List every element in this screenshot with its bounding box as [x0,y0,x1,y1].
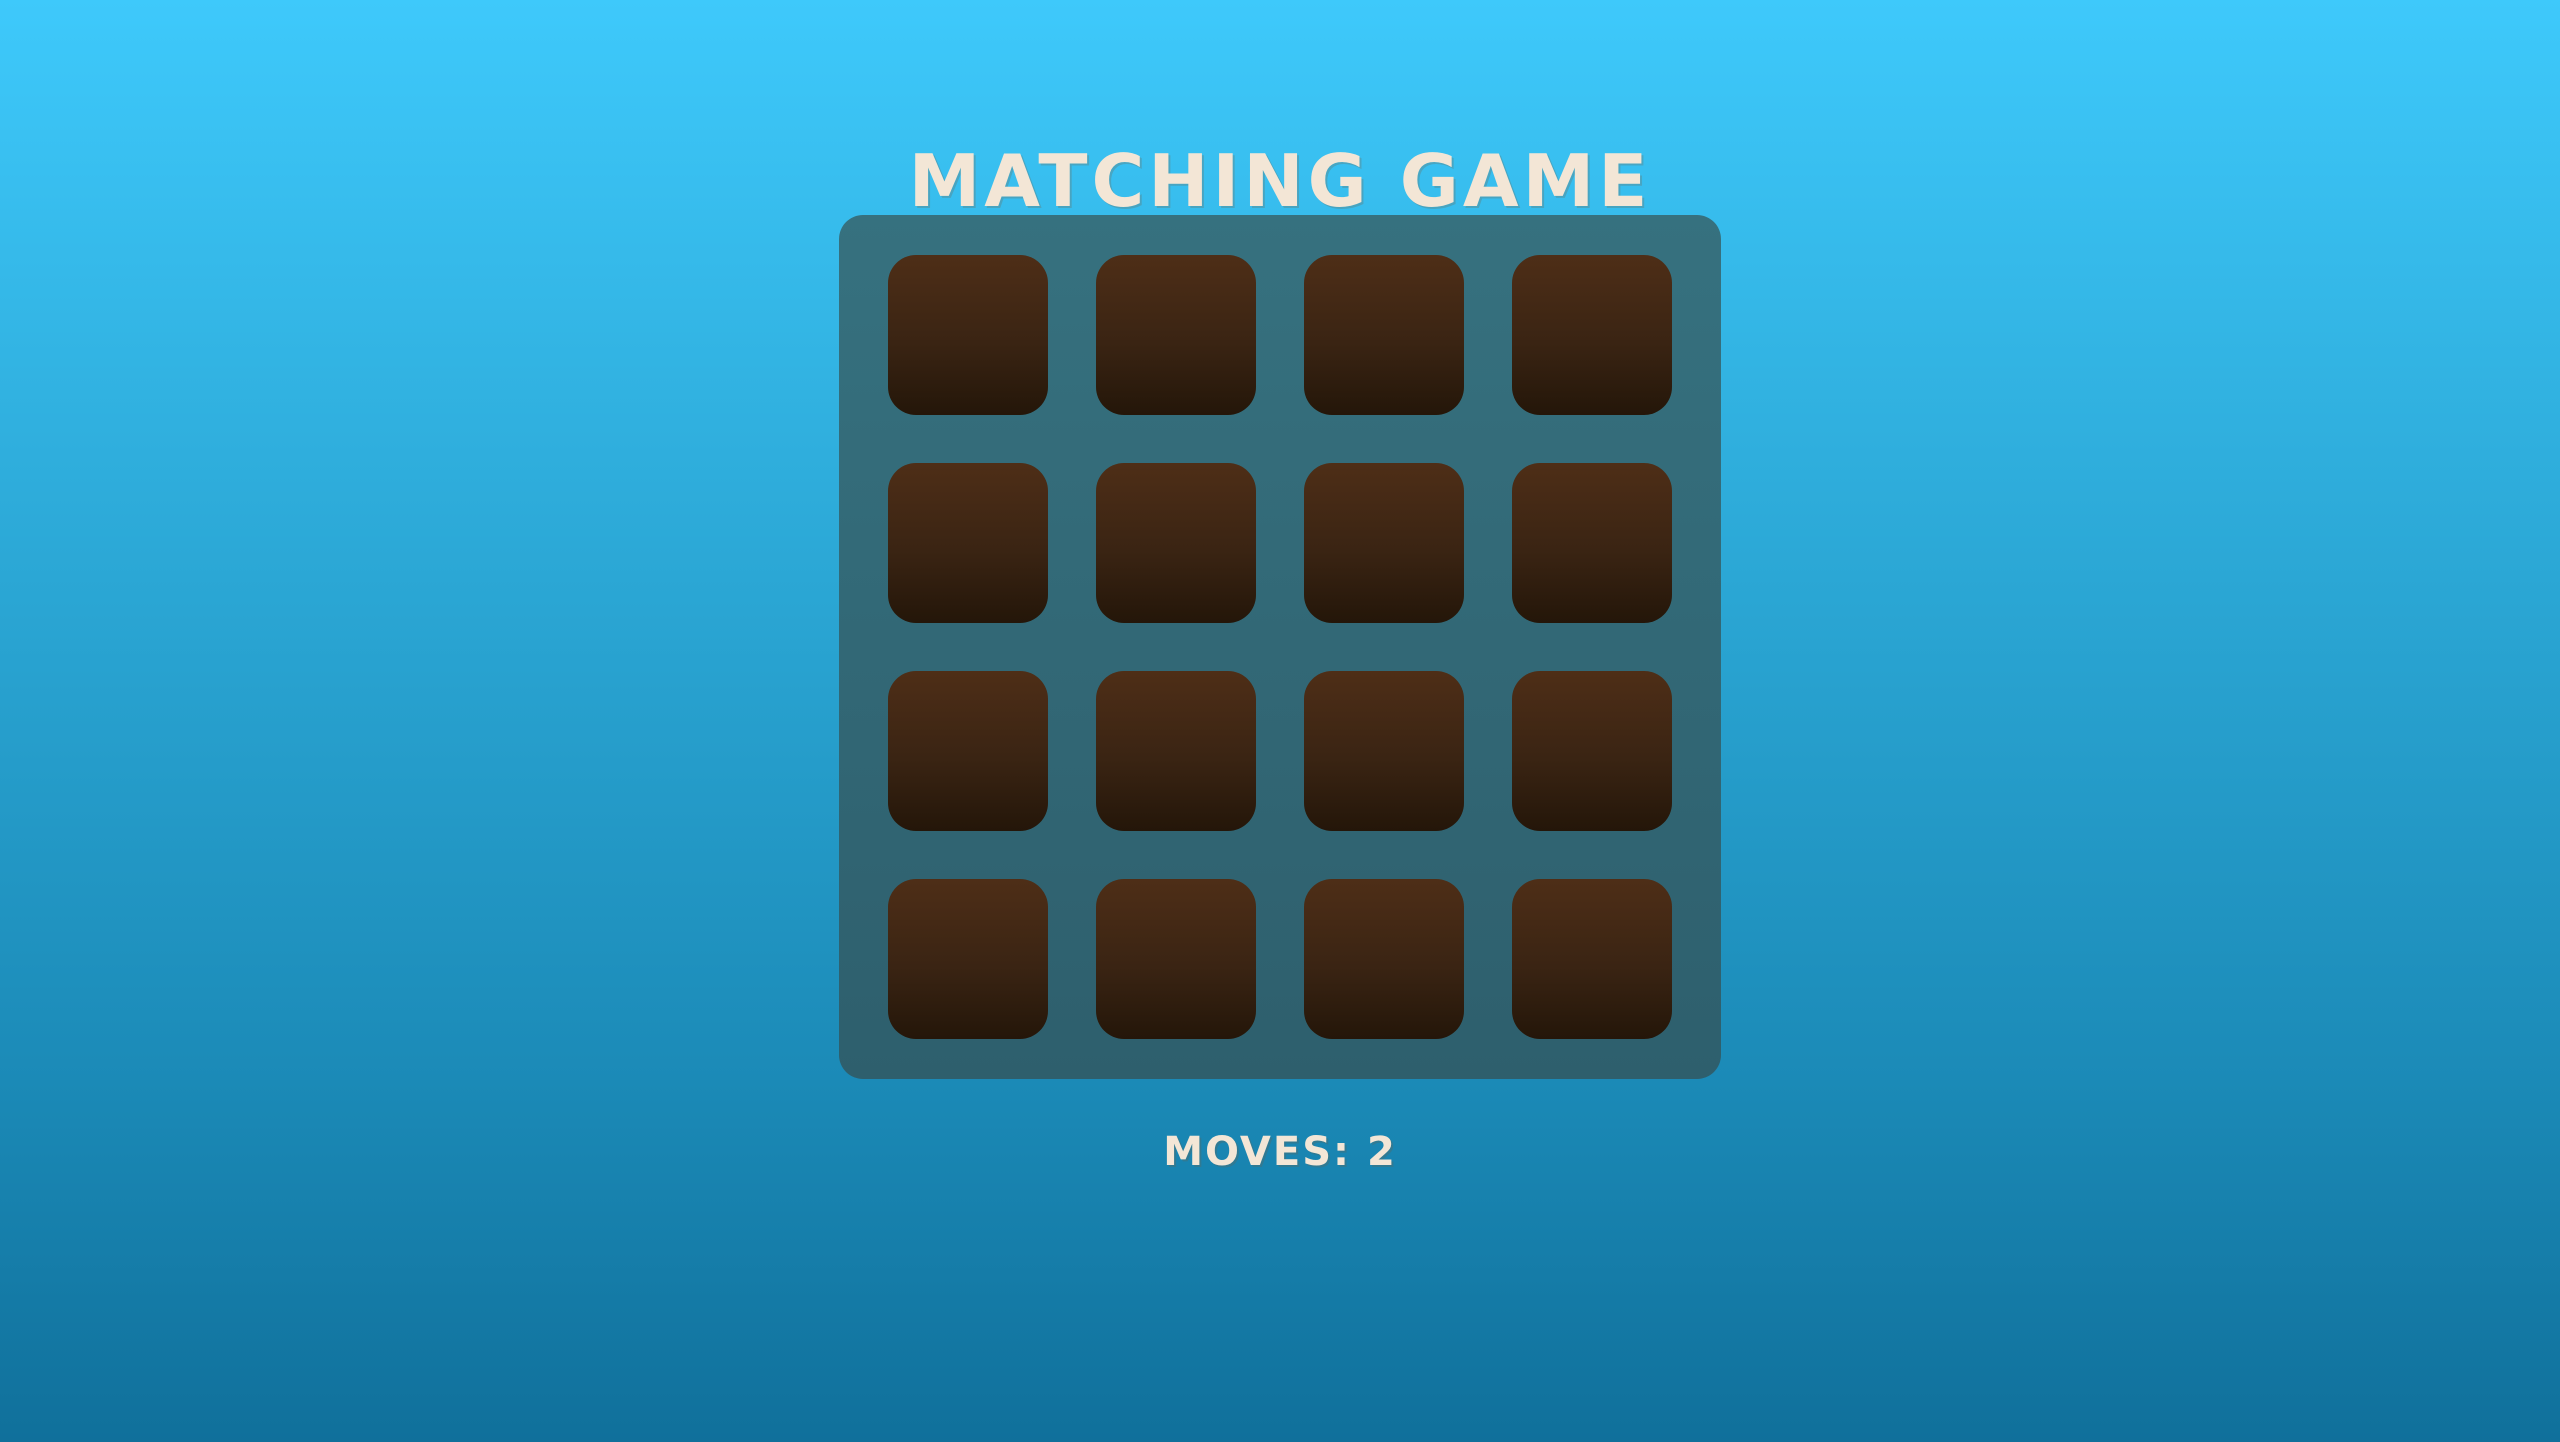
card-15[interactable] [1304,879,1464,1039]
card-2[interactable] [1096,255,1256,415]
card-13[interactable] [888,879,1048,1039]
card-9[interactable] [888,671,1048,831]
moves-counter: MOVES: 2 [0,1124,2560,1180]
game-title: MATCHING GAME [908,139,1652,224]
card-5[interactable] [888,463,1048,623]
card-14[interactable] [1096,879,1256,1039]
game-board [839,215,1721,1079]
card-grid [888,255,1672,1039]
moves-label: MOVES: [1163,1129,1352,1175]
card-6[interactable] [1096,463,1256,623]
card-4[interactable] [1512,255,1672,415]
card-1[interactable] [888,255,1048,415]
card-16[interactable] [1512,879,1672,1039]
card-12[interactable] [1512,671,1672,831]
card-8[interactable] [1512,463,1672,623]
moves-value: 2 [1366,1129,1397,1175]
card-3[interactable] [1304,255,1464,415]
card-11[interactable] [1304,671,1464,831]
card-10[interactable] [1096,671,1256,831]
card-7[interactable] [1304,463,1464,623]
